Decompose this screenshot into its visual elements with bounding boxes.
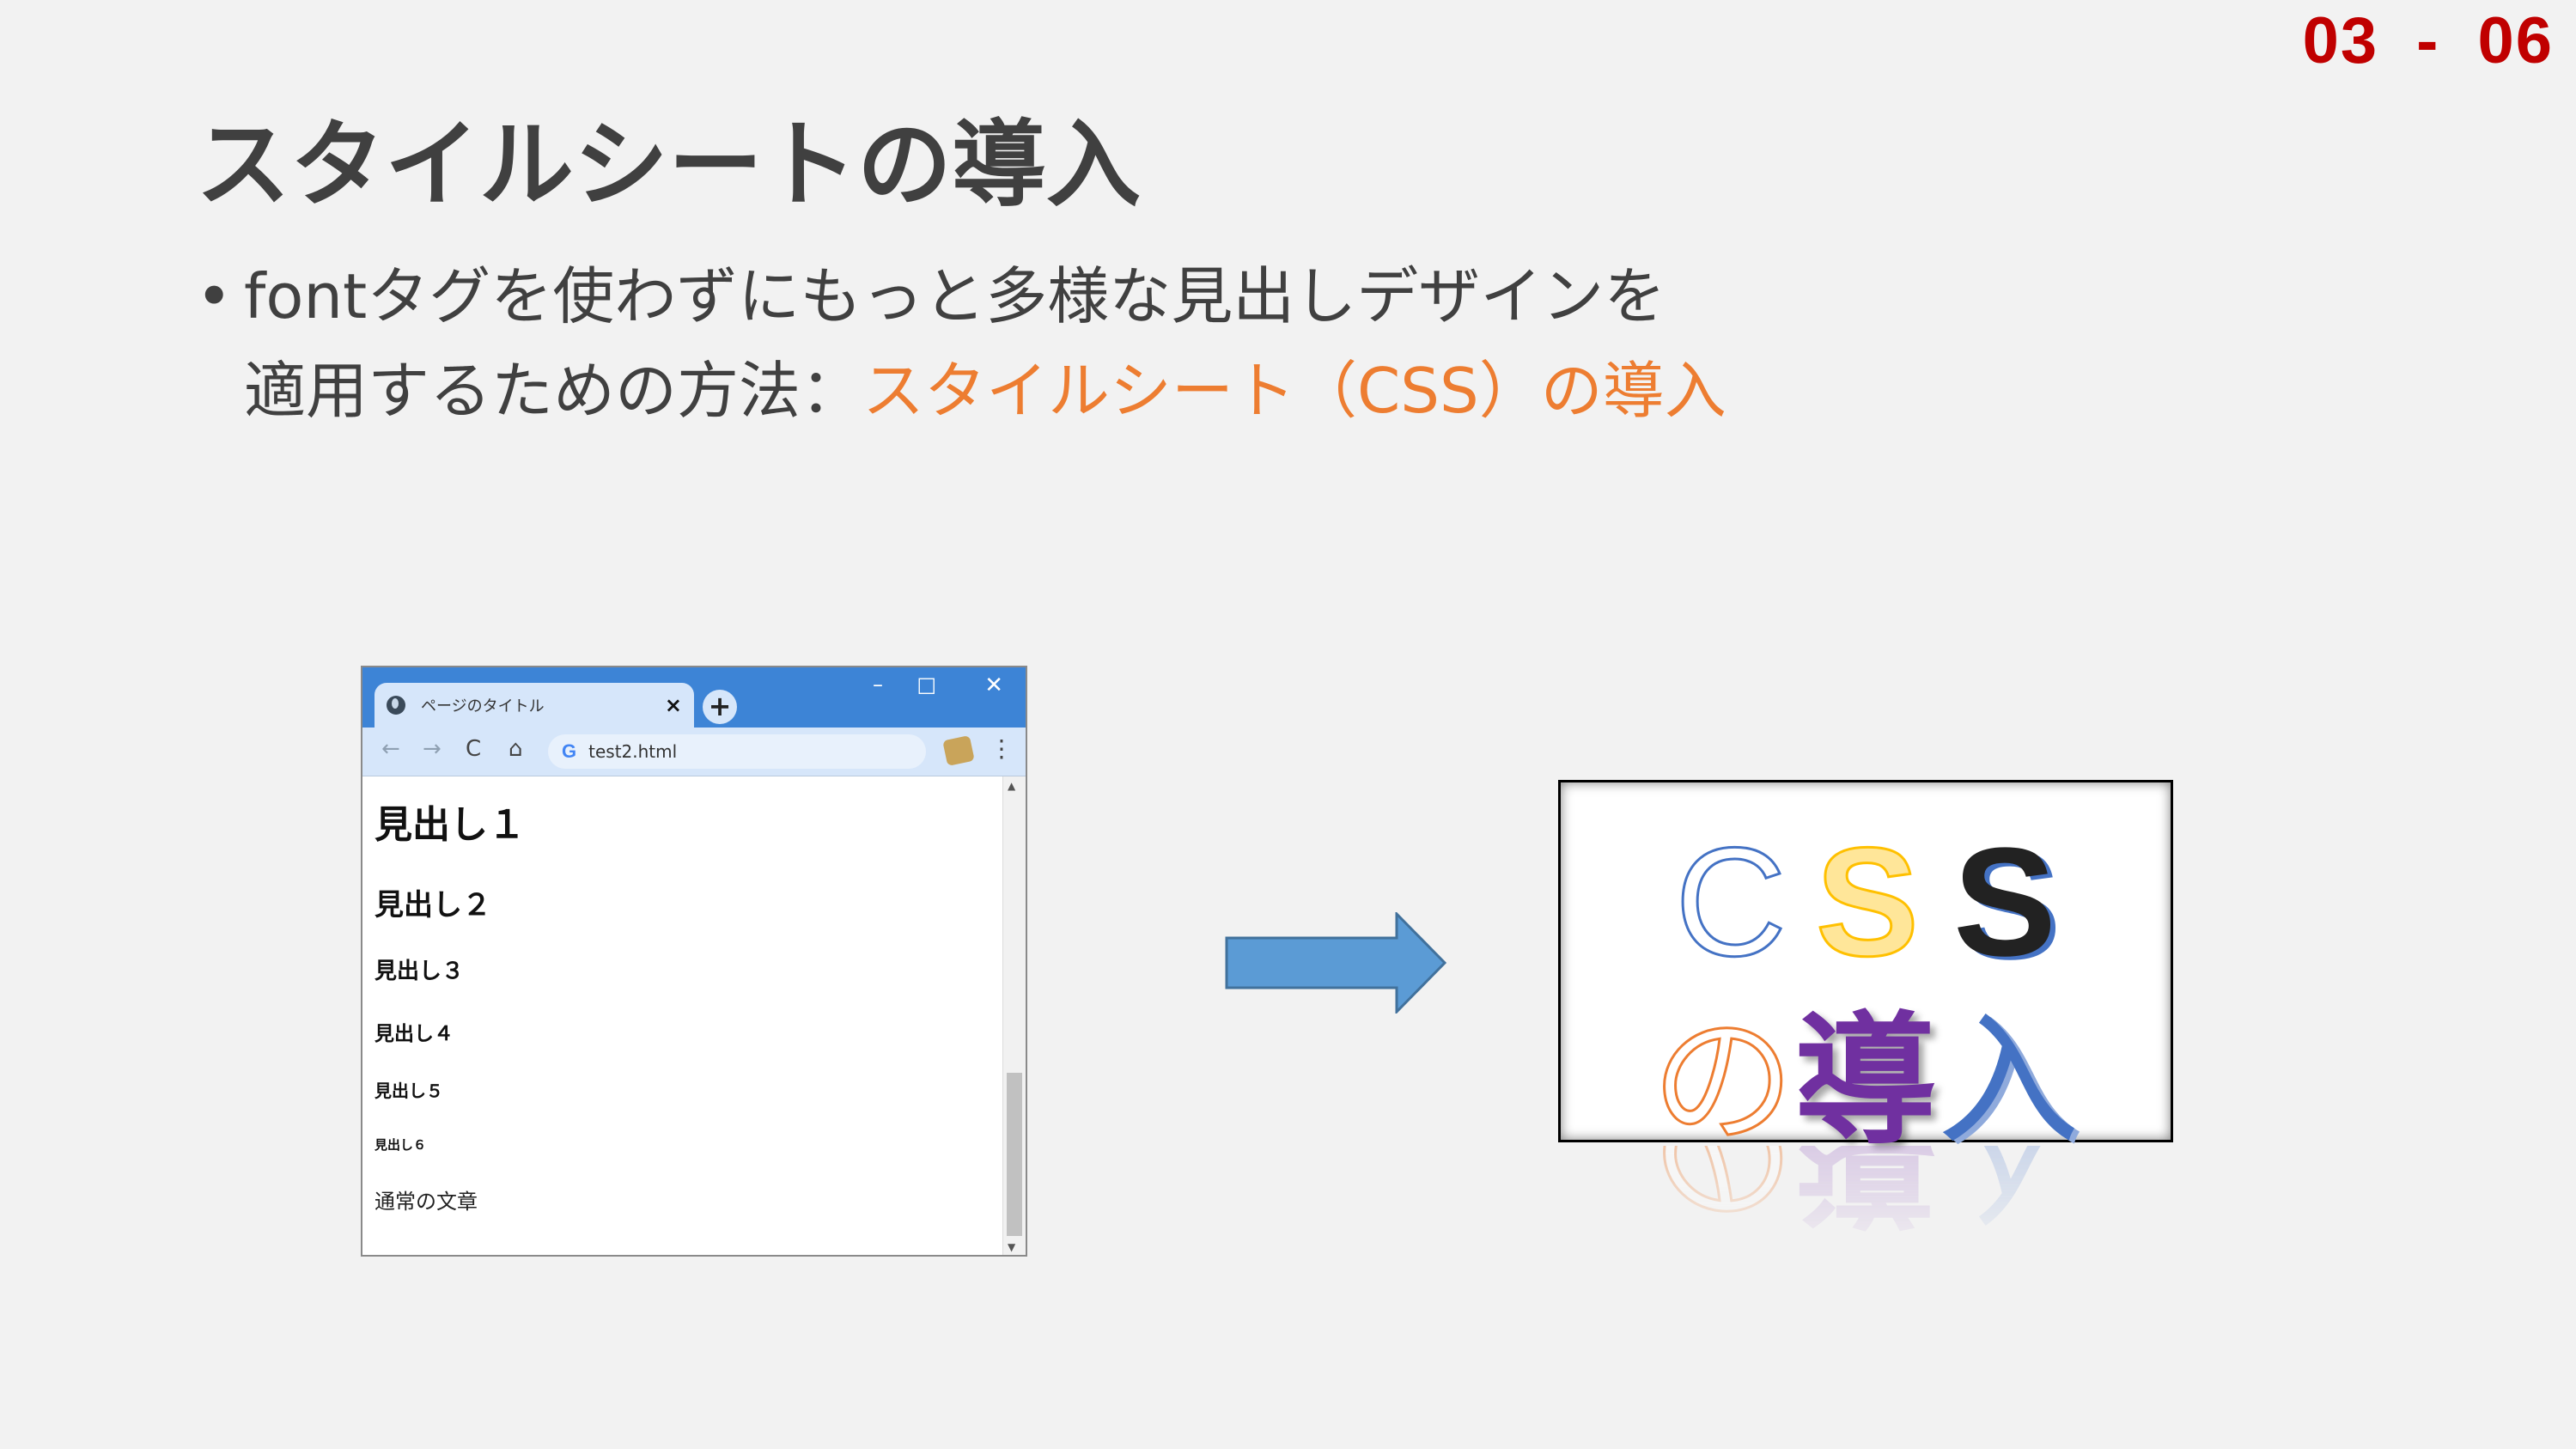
home-icon[interactable]: ⌂: [509, 736, 523, 762]
menu-icon[interactable]: ⋮: [990, 734, 1014, 763]
tab-title: ページのタイトル: [421, 697, 545, 715]
slide-title: スタイルシートの導入: [196, 110, 1141, 220]
page-number: 03-06: [2303, 3, 2554, 78]
forward-arrow-icon[interactable]: →: [423, 736, 442, 762]
scrollbar[interactable]: ▲ ▼: [1002, 776, 1026, 1255]
heading-6: 見出し６: [375, 1137, 427, 1153]
heading-5: 見出し５: [375, 1081, 443, 1101]
maximize-icon[interactable]: □: [917, 673, 936, 697]
google-icon: G: [562, 740, 577, 762]
bullet-line-2: 適用するための方法：スタイルシート（CSS）の導入: [196, 344, 1726, 438]
browser-toolbar: ← → C ⌂ G test2.html ⋮: [362, 728, 1026, 776]
heading-3: 見出し３: [375, 959, 465, 984]
globe-icon: [387, 696, 405, 715]
logo-char-dou: 導: [1794, 999, 1937, 1165]
browser-titlebar: ページのタイトル × + – □ ✕: [362, 667, 1026, 728]
css-logo-reflection: の導入: [1558, 1146, 2173, 1318]
page-content: 見出し１ 見出し２ 見出し３ 見出し４ 見出し５ 見出し６ 通常の文章: [362, 776, 1005, 1255]
heading-4: 見出し４: [375, 1023, 454, 1045]
minimize-icon[interactable]: –: [873, 673, 883, 697]
address-bar[interactable]: G test2.html: [548, 734, 926, 769]
heading-1: 見出し１: [375, 803, 526, 847]
back-arrow-icon[interactable]: ←: [381, 736, 400, 762]
browser-tab[interactable]: ページのタイトル ×: [375, 683, 694, 728]
bullet-item: • fontタグを使わずにもっと多様な見出しデザインを: [196, 249, 1726, 344]
css-logo-words: の導入: [1561, 965, 2171, 1172]
css-logo: CSS の導入: [1558, 780, 2173, 1166]
bullet-highlight: スタイルシート（CSS）の導入: [862, 355, 1726, 427]
bullet-marker: •: [196, 260, 233, 332]
new-tab-button[interactable]: +: [703, 690, 737, 724]
bullet-list: • fontタグを使わずにもっと多様な見出しデザインを 適用するための方法：スタ…: [196, 249, 1726, 438]
address-url: test2.html: [588, 741, 678, 762]
page-number-slide: 06: [2477, 4, 2554, 77]
logo-char-nyu: 入: [1937, 999, 2080, 1165]
body-text: 通常の文章: [375, 1190, 478, 1214]
reflection-char-nyu: 入: [1937, 1146, 2080, 1240]
scroll-down-icon[interactable]: ▼: [1008, 1241, 1015, 1253]
bullet-line-2-text: 適用するための方法：: [244, 355, 863, 427]
reload-icon[interactable]: C: [466, 736, 481, 762]
extension-icon[interactable]: [942, 735, 975, 766]
reflection-char-no: の: [1651, 1146, 1796, 1242]
window-close-icon[interactable]: ✕: [984, 673, 1003, 698]
reflection-char-dou: 導: [1794, 1146, 1937, 1240]
page-number-section: 03: [2302, 4, 2379, 77]
bullet-line-1: fontタグを使わずにもっと多様な見出しデザインを: [244, 260, 1666, 332]
browser-screenshot: ページのタイトル × + – □ ✕ ← → C ⌂ G test2.html …: [361, 666, 1027, 1257]
scrollbar-thumb[interactable]: [1007, 1073, 1022, 1236]
close-icon[interactable]: ×: [665, 693, 682, 717]
logo-char-no: の: [1651, 998, 1796, 1166]
page-number-dash: -: [2416, 4, 2440, 77]
right-arrow-icon: [1225, 912, 1447, 1014]
scroll-up-icon[interactable]: ▲: [1008, 780, 1015, 792]
heading-2: 見出し２: [375, 888, 491, 922]
